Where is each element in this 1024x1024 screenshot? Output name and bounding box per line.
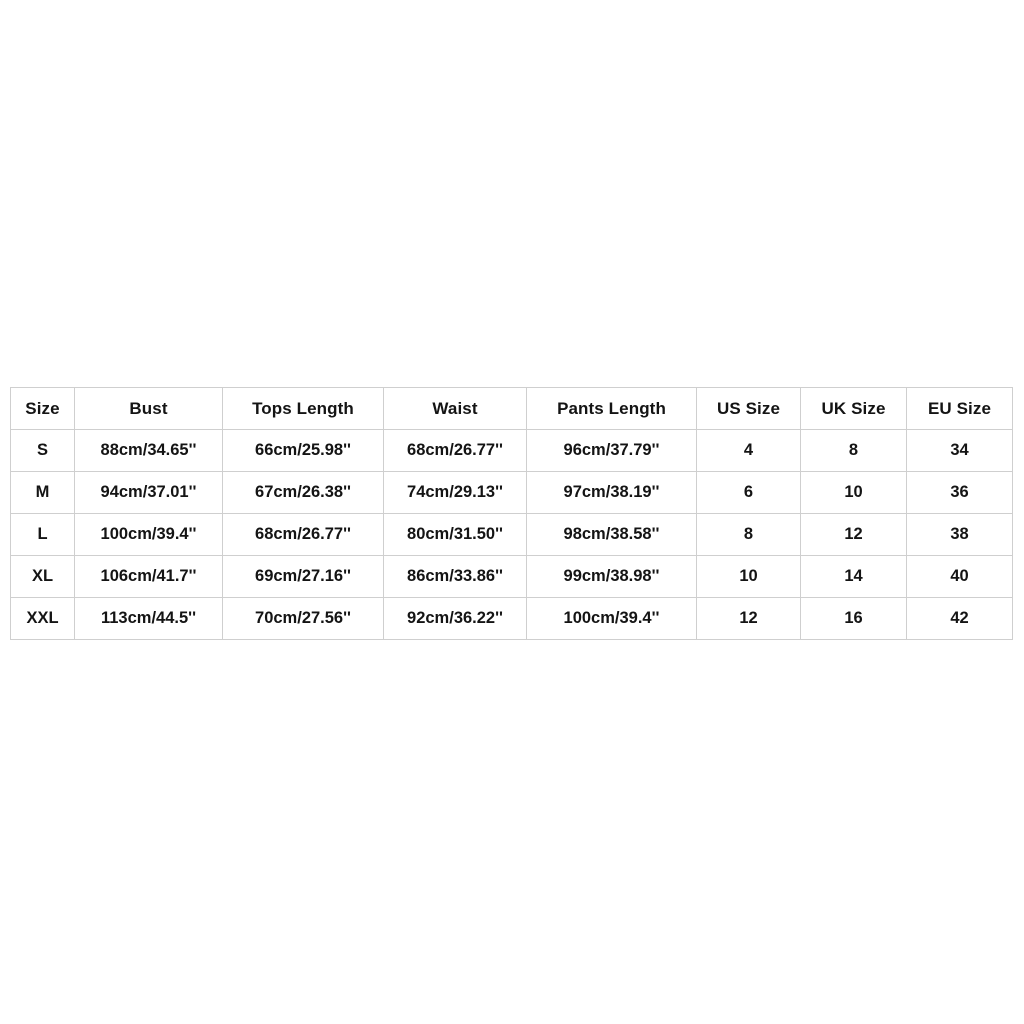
table-header-row: Size Bust Tops Length Waist Pants Length… [10, 387, 1013, 430]
column-header-tops-length: Tops Length [222, 387, 384, 430]
column-header-uk-size: UK Size [800, 387, 907, 430]
cell-uk-size: 16 [800, 597, 907, 640]
size-chart-body: S 88cm/34.65'' 66cm/25.98'' 68cm/26.77''… [10, 429, 1013, 640]
table-row: M 94cm/37.01'' 67cm/26.38'' 74cm/29.13''… [10, 471, 1013, 514]
cell-tops-length: 67cm/26.38'' [222, 471, 384, 514]
cell-tops-length: 68cm/26.77'' [222, 513, 384, 556]
table-row: L 100cm/39.4'' 68cm/26.77'' 80cm/31.50''… [10, 513, 1013, 556]
table-row: XL 106cm/41.7'' 69cm/27.16'' 86cm/33.86'… [10, 555, 1013, 598]
cell-waist: 68cm/26.77'' [383, 429, 527, 472]
cell-size: L [10, 513, 75, 556]
cell-us-size: 4 [696, 429, 801, 472]
cell-waist: 92cm/36.22'' [383, 597, 527, 640]
cell-us-size: 6 [696, 471, 801, 514]
cell-waist: 80cm/31.50'' [383, 513, 527, 556]
cell-bust: 106cm/41.7'' [74, 555, 223, 598]
column-header-waist: Waist [383, 387, 527, 430]
cell-eu-size: 42 [906, 597, 1013, 640]
cell-tops-length: 66cm/25.98'' [222, 429, 384, 472]
cell-pants-length: 96cm/37.79'' [526, 429, 697, 472]
cell-pants-length: 97cm/38.19'' [526, 471, 697, 514]
table-row: XXL 113cm/44.5'' 70cm/27.56'' 92cm/36.22… [10, 597, 1013, 640]
cell-waist: 74cm/29.13'' [383, 471, 527, 514]
cell-bust: 94cm/37.01'' [74, 471, 223, 514]
cell-uk-size: 8 [800, 429, 907, 472]
cell-pants-length: 100cm/39.4'' [526, 597, 697, 640]
cell-size: S [10, 429, 75, 472]
cell-eu-size: 38 [906, 513, 1013, 556]
column-header-size: Size [10, 387, 75, 430]
cell-eu-size: 34 [906, 429, 1013, 472]
size-chart-table: Size Bust Tops Length Waist Pants Length… [10, 387, 1013, 640]
size-chart-container: Size Bust Tops Length Waist Pants Length… [10, 387, 1013, 640]
cell-waist: 86cm/33.86'' [383, 555, 527, 598]
cell-eu-size: 36 [906, 471, 1013, 514]
cell-bust: 100cm/39.4'' [74, 513, 223, 556]
cell-tops-length: 70cm/27.56'' [222, 597, 384, 640]
cell-size: XL [10, 555, 75, 598]
cell-pants-length: 98cm/38.58'' [526, 513, 697, 556]
cell-bust: 88cm/34.65'' [74, 429, 223, 472]
cell-uk-size: 14 [800, 555, 907, 598]
cell-uk-size: 12 [800, 513, 907, 556]
table-row: S 88cm/34.65'' 66cm/25.98'' 68cm/26.77''… [10, 429, 1013, 472]
cell-bust: 113cm/44.5'' [74, 597, 223, 640]
cell-uk-size: 10 [800, 471, 907, 514]
column-header-eu-size: EU Size [906, 387, 1013, 430]
column-header-us-size: US Size [696, 387, 801, 430]
cell-pants-length: 99cm/38.98'' [526, 555, 697, 598]
column-header-pants-length: Pants Length [526, 387, 697, 430]
column-header-bust: Bust [74, 387, 223, 430]
cell-size: M [10, 471, 75, 514]
cell-size: XXL [10, 597, 75, 640]
cell-us-size: 8 [696, 513, 801, 556]
cell-eu-size: 40 [906, 555, 1013, 598]
cell-us-size: 10 [696, 555, 801, 598]
cell-tops-length: 69cm/27.16'' [222, 555, 384, 598]
size-chart-header: Size Bust Tops Length Waist Pants Length… [10, 387, 1013, 430]
cell-us-size: 12 [696, 597, 801, 640]
